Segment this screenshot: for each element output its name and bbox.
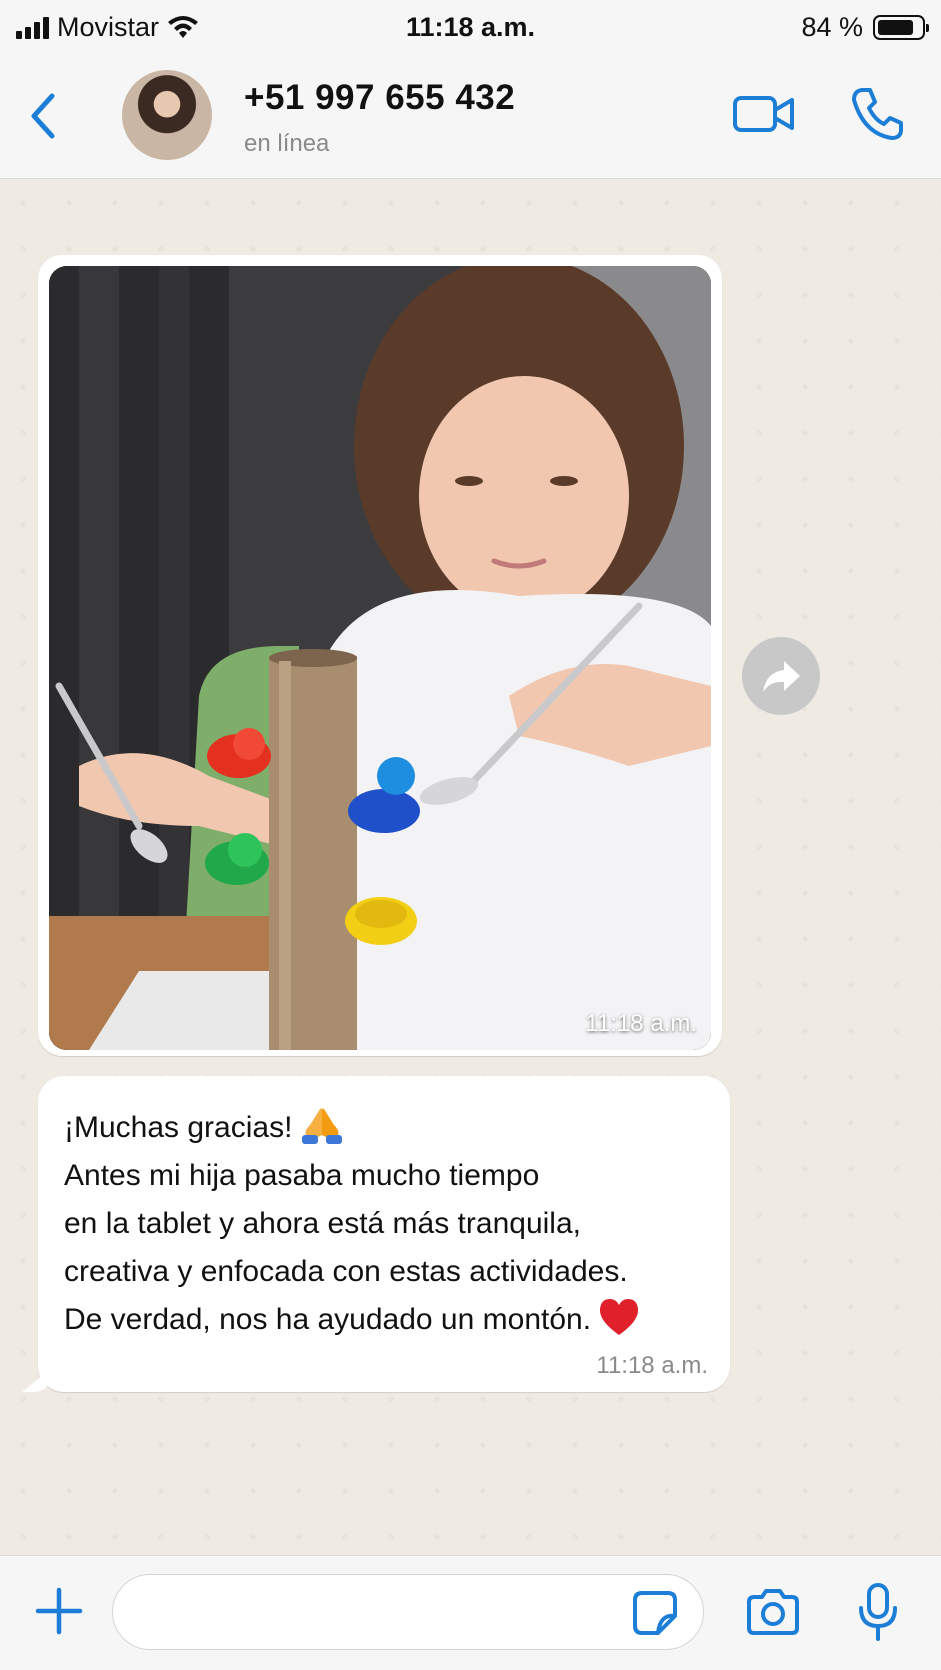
status-bar: Movistar 11:18 a.m. 84 % [0,0,941,56]
folded-hands-emoji [302,1108,343,1144]
microphone-icon[interactable] [858,1582,898,1642]
forward-button[interactable] [742,637,820,715]
chat-header: +51 997 655 432 en línea [0,56,941,179]
message-line: Antes mi hija pasaba mucho tiempo [64,1159,540,1192]
text-message-time: 11:18 a.m. [596,1352,708,1379]
photo-illustration [49,266,711,1050]
phone-icon[interactable] [850,86,904,142]
forward-icon [763,661,800,692]
status-time: 11:18 a.m. [405,12,536,42]
image-message-bubble[interactable]: 11:18 a.m. [38,255,722,1056]
plus-icon[interactable] [34,1586,84,1636]
message-photo[interactable]: 11:18 a.m. [49,266,711,1050]
battery-percent: 84 % [801,12,863,42]
video-call-icon[interactable] [732,90,796,138]
contact-name[interactable]: +51 997 655 432 [244,78,515,118]
back-chevron-icon[interactable] [22,86,62,146]
avatar[interactable] [122,70,212,160]
message-line: en la tablet y ahora está más tranquila, [64,1207,581,1240]
message-input[interactable] [112,1574,704,1650]
message-line: ¡Muchas gracias! [64,1104,704,1152]
sticker-icon[interactable] [632,1590,678,1636]
text-message-bubble[interactable]: ¡Muchas gracias! Antes mi hija pasaba mu… [38,1076,730,1392]
composer-bar [0,1555,941,1670]
message-line-text: ¡Muchas gracias! [64,1111,293,1144]
battery-icon [873,15,929,40]
camera-icon[interactable] [745,1588,801,1636]
battery-fill [878,20,914,35]
message-line-text: De verdad, nos ha ayudado un montón. [64,1303,592,1336]
chat-area[interactable]: 11:18 a.m. ¡Muchas gracias! Antes mi hij… [0,180,941,1555]
status-right: 84 % [801,12,929,43]
contact-status: en línea [244,130,330,157]
image-message-time: 11:18 a.m. [585,1010,697,1037]
red-heart-emoji [599,1299,639,1335]
message-line: De verdad, nos ha ayudado un montón. [64,1296,704,1344]
message-line: creativa y enfocada con estas actividade… [64,1255,628,1288]
